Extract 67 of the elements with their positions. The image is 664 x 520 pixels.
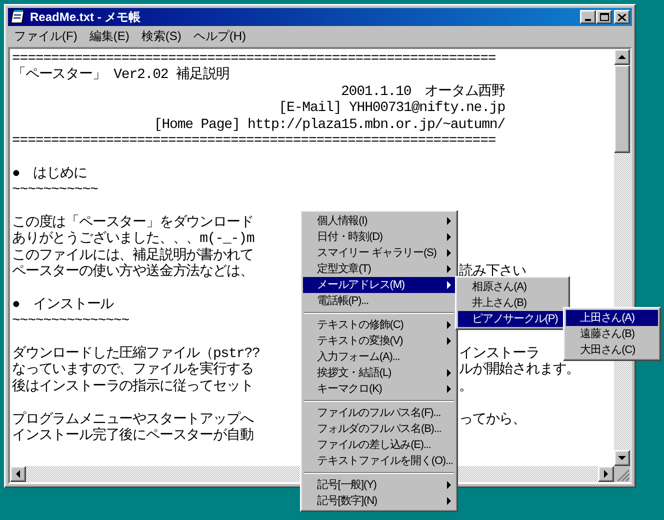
- menu-item[interactable]: キーマクロ(K): [303, 381, 455, 397]
- scroll-up-button[interactable]: [614, 49, 630, 65]
- window-title: ReadMe.txt - メモ帳: [30, 9, 142, 26]
- arrow-icon: [604, 470, 608, 478]
- text-line: ~~~~~~~~~~~: [12, 182, 98, 199]
- text-line: 。: [459, 378, 472, 396]
- text-line: ==============================================================: [12, 51, 496, 67]
- menu-bar-item[interactable]: ヘルプ(H): [187, 26, 252, 44]
- menu-item[interactable]: 大田さん(C): [566, 342, 658, 358]
- text-line: ありがとうございました、、、m(-_-)m: [12, 231, 254, 248]
- menu-bar-item[interactable]: ファイル(F): [8, 26, 84, 44]
- text-line: [Home Page] http://plaza15.mbn.or.jp/~autumn/: [154, 116, 505, 133]
- text-line: インストーラ: [459, 346, 540, 362]
- menu-item[interactable]: テキストの修飾(C): [303, 317, 455, 333]
- text-line: ==============================================================: [12, 133, 496, 150]
- menu-item[interactable]: 井上さん(B): [458, 295, 567, 311]
- menu-item[interactable]: フォルダのフルパス名(B)...: [303, 421, 455, 437]
- size-grip-icon[interactable]: [614, 466, 630, 482]
- text-line: このファイルには、補足説明が書かれて: [12, 248, 254, 264]
- menu-item[interactable]: ファイルの差し込み(E)...: [303, 437, 455, 453]
- minimize-icon: [585, 19, 591, 21]
- maximize-icon: [600, 13, 608, 21]
- text-line: ダウンロードした圧縮ファイル（pstr??: [12, 346, 260, 362]
- scroll-right-button[interactable]: [598, 466, 614, 482]
- menu-item[interactable]: 記号[一般](Y): [303, 477, 455, 493]
- menu-item[interactable]: 電話帳(P)...: [303, 293, 455, 309]
- text-line: 「ペースター」 Ver2.02 補足説明: [12, 67, 230, 84]
- close-icon: [618, 14, 626, 20]
- menu-item[interactable]: 挨拶文・結語(L): [303, 365, 455, 381]
- menu-bar-item[interactable]: 編集(E): [83, 26, 136, 44]
- text-line: ● はじめに: [12, 166, 87, 182]
- text-line: ってから、: [459, 412, 526, 428]
- close-button[interactable]: [614, 10, 630, 24]
- maximize-button[interactable]: [596, 10, 612, 24]
- menu-item[interactable]: ファイルのフルパス名(F)...: [303, 405, 455, 421]
- menu-bar-item[interactable]: 検索(S): [135, 26, 188, 44]
- scroll-left-button[interactable]: [10, 466, 26, 482]
- arrow-icon: [618, 456, 626, 460]
- text-line: インストール完了後にペースターが自動: [12, 428, 254, 444]
- menu-item[interactable]: 入力フォーム(A)...: [303, 349, 455, 365]
- menu-item[interactable]: 記号[数字](N): [303, 493, 455, 509]
- arrow-icon: [618, 55, 626, 59]
- scroll-down-button[interactable]: [614, 450, 630, 466]
- scroll-thumb[interactable]: [614, 65, 630, 153]
- menu-item[interactable]: 個人情報(I): [303, 213, 455, 229]
- text-line: プログラムメニューやスタートアップへ: [12, 412, 254, 428]
- menu-item[interactable]: 遠藤さん(B): [566, 326, 658, 342]
- menu-item[interactable]: 相原さん(A): [458, 279, 567, 295]
- menu-item[interactable]: テキストファイルを開く(O)...: [303, 453, 455, 469]
- menu-item[interactable]: 定型文章(T): [303, 261, 455, 277]
- menu-item[interactable]: 上田さん(A): [566, 310, 658, 326]
- text-line: この度は「ペースター」をダウンロード: [12, 214, 254, 231]
- text-line: ルが開始されます。: [459, 362, 580, 379]
- notepad-icon: [10, 10, 26, 24]
- text-line: ● インストール: [12, 296, 114, 314]
- menu-item[interactable]: 日付・時刻(D): [303, 229, 455, 245]
- text-line: ~~~~~~~~~~~~~~~: [12, 313, 130, 330]
- minimize-button[interactable]: [580, 10, 596, 24]
- menu-item[interactable]: スマイリー ギャラリー(S): [303, 245, 455, 261]
- menu-item[interactable]: テキストの変換(V): [303, 333, 455, 349]
- text-line: なっていますので、ファイルを実行する: [12, 362, 254, 378]
- menu-item[interactable]: メールアドレス(M): [303, 277, 455, 293]
- text-line: 2001.1.10 オータム西野: [340, 84, 505, 100]
- text-line: ペースターの使い方や送金方法などは、: [12, 264, 254, 281]
- text-line: [E-Mail] YHH00731@nifty.ne.jp: [278, 100, 505, 117]
- arrow-icon: [16, 470, 20, 478]
- text-line: 後はインストーラの指示に従ってセット: [12, 378, 254, 396]
